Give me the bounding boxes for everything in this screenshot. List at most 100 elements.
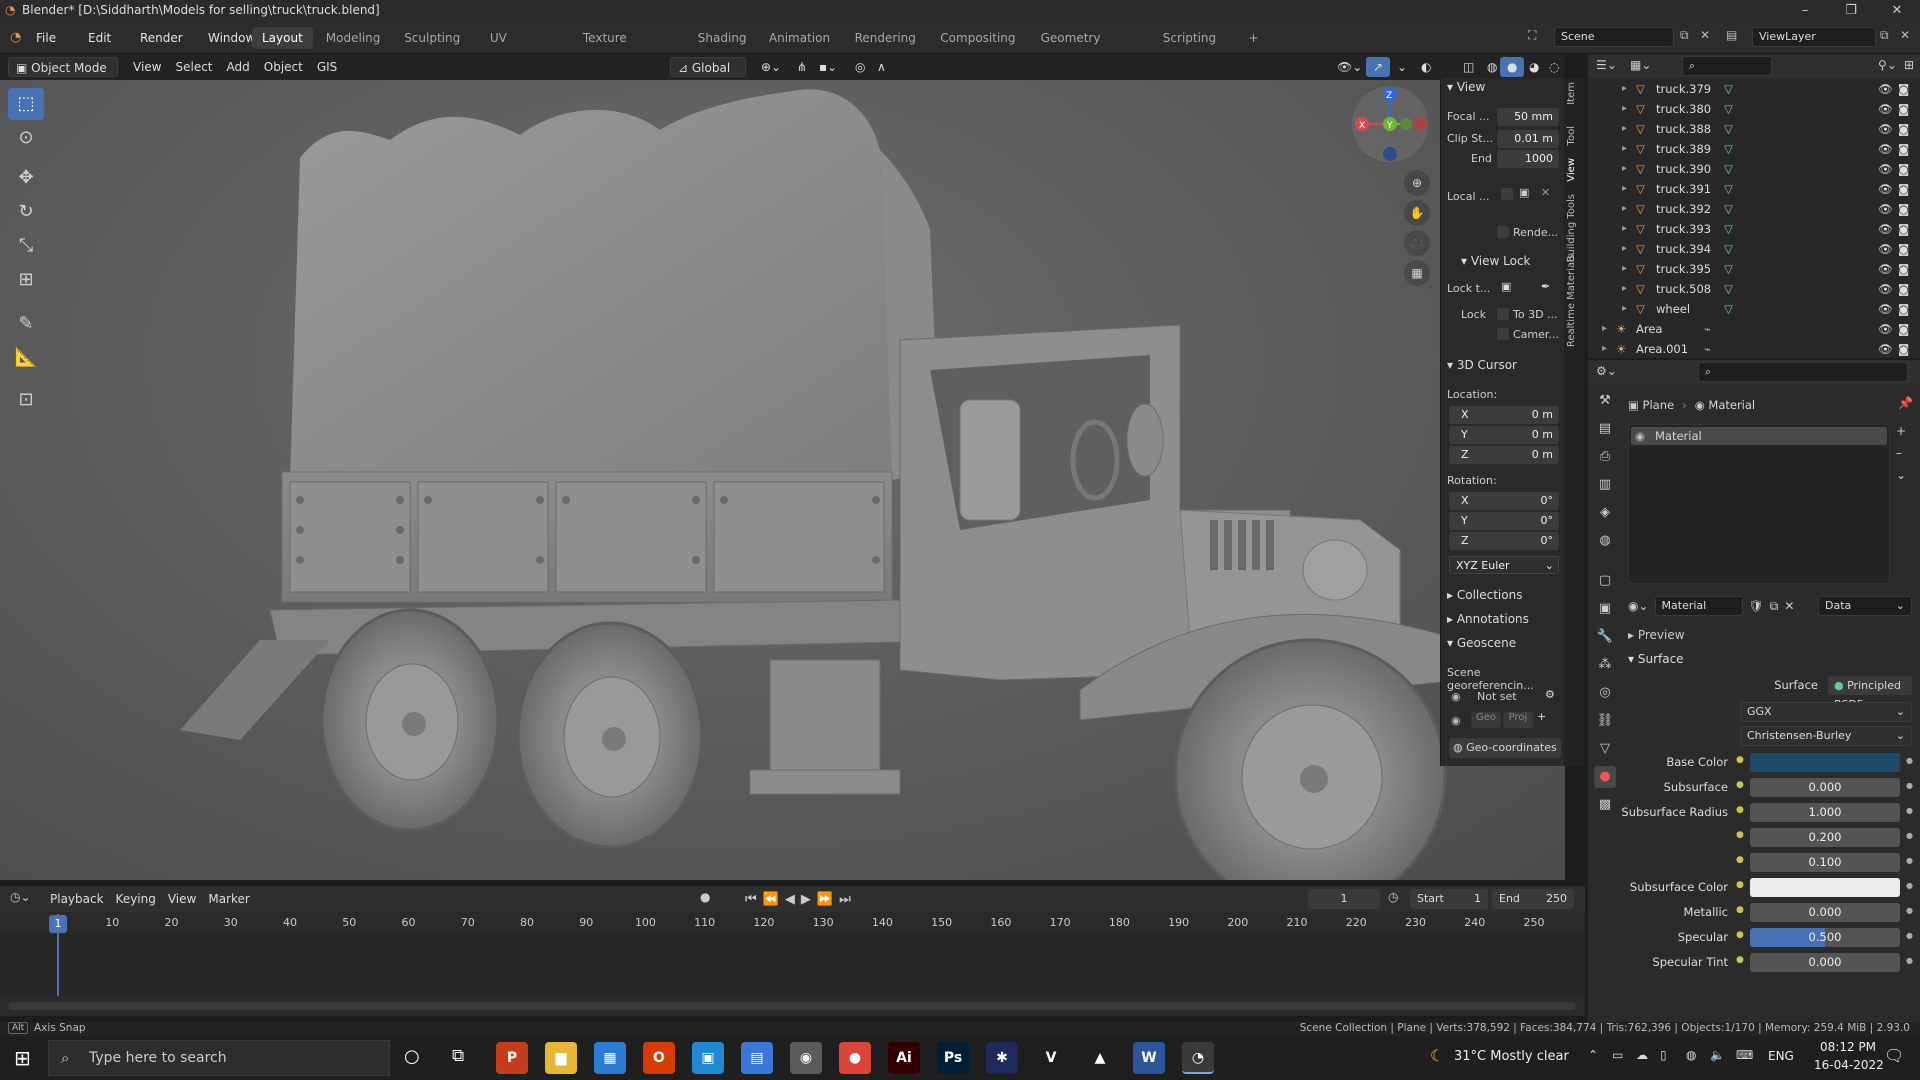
- rotation-mode-select[interactable]: XYZ Euler ⌄: [1449, 556, 1559, 574]
- specular-slider[interactable]: 0.500: [1750, 928, 1900, 947]
- sidebar-tab-item[interactable]: Item: [1566, 82, 1582, 105]
- visibility-eye-icon[interactable]: 👁: [1878, 102, 1893, 116]
- focal-length-field[interactable]: 50 mm: [1497, 108, 1559, 126]
- tab-rendering[interactable]: Rendering: [845, 27, 926, 49]
- visibility-eye-icon[interactable]: 👁: [1878, 302, 1893, 316]
- collection-icon[interactable]: ▢: [1594, 570, 1616, 592]
- overlay-icon[interactable]: ◐: [1414, 57, 1438, 77]
- tab-compositing[interactable]: Compositing: [930, 27, 1025, 49]
- constraints-icon[interactable]: ⛓: [1594, 710, 1616, 732]
- notifications-icon[interactable]: 🗨: [1884, 1046, 1904, 1065]
- number-field[interactable]: 1.000: [1750, 803, 1900, 822]
- rendered-shading-icon[interactable]: ◌: [1542, 57, 1566, 77]
- menu-file[interactable]: File: [28, 22, 64, 54]
- render-camera-icon[interactable]: ◙: [1898, 342, 1909, 356]
- visibility-eye-icon[interactable]: 👁: [1878, 162, 1893, 176]
- tab-texture-paint[interactable]: Texture Paint: [573, 27, 637, 67]
- tab-scripting[interactable]: Scripting: [1153, 27, 1226, 49]
- tab-geometry-nodes[interactable]: Geometry Nodes: [1031, 27, 1111, 67]
- tool-settings-icon[interactable]: ⚒: [1594, 390, 1616, 412]
- render-camera-icon[interactable]: ◙: [1898, 282, 1909, 296]
- sidebar-tab-building-tools[interactable]: Building Tools: [1566, 194, 1582, 262]
- sidebar-tab-view[interactable]: View: [1566, 158, 1582, 182]
- outliner-row[interactable]: ▸ ▽ truck.395 ▽ 👁 ◙: [1588, 260, 1920, 280]
- expand-arrow-icon[interactable]: ▸: [1622, 123, 1627, 134]
- pan-hand-icon[interactable]: ✋: [1404, 200, 1430, 226]
- timeline-menu-view[interactable]: View: [162, 892, 202, 906]
- falloff-icon[interactable]: ∧: [870, 57, 893, 77]
- next-keyframe-icon[interactable]: ⏩: [817, 892, 833, 907]
- render-camera-icon[interactable]: ◙: [1898, 142, 1909, 156]
- gizmo-toggle-icon[interactable]: ↗: [1366, 57, 1391, 77]
- add-cube-tool-icon[interactable]: ⊡: [8, 384, 44, 416]
- visibility-eye-icon[interactable]: 👁: [1878, 322, 1893, 336]
- maximize-button[interactable]: ❐: [1828, 0, 1874, 22]
- language-indicator[interactable]: ENG: [1768, 1049, 1794, 1063]
- jump-end-icon[interactable]: ⏭: [839, 892, 851, 907]
- render-region-checkbox[interactable]: [1497, 226, 1509, 238]
- clock-time[interactable]: 08:12 PM: [1820, 1040, 1876, 1054]
- keyframe-dot-icon[interactable]: ●: [1906, 781, 1913, 790]
- tab-uv-editing[interactable]: UV Editing: [480, 27, 542, 67]
- snap-target-icon[interactable]: ▪⌄: [812, 57, 844, 77]
- viewport-menu-object[interactable]: Object: [257, 60, 310, 74]
- outliner-row[interactable]: ▸ ▽ truck.394 ▽ 👁 ◙: [1588, 240, 1920, 260]
- timeline-menu-marker[interactable]: Marker: [202, 892, 255, 906]
- outliner-row[interactable]: ▸ ▽ truck.388 ▽ 👁 ◙: [1588, 120, 1920, 140]
- outliner-row[interactable]: ▸ ▽ truck.391 ▽ 👁 ◙: [1588, 180, 1920, 200]
- frame-ruler[interactable]: 10 20 30 40 50 60 70 80 90 100 110 120 130 140 150 160 1…: [0, 914, 1585, 934]
- annotate-tool-icon[interactable]: ✎: [8, 308, 44, 340]
- tab-shading[interactable]: Shading: [688, 27, 757, 49]
- illustrator-app-icon[interactable]: Ai: [888, 1042, 920, 1074]
- view-layer-field[interactable]: ViewLayer: [1752, 27, 1876, 47]
- gear-icon[interactable]: ⚙: [1545, 688, 1555, 701]
- tab-modeling[interactable]: Modeling: [316, 27, 391, 49]
- windows-start-icon[interactable]: ⊞: [14, 1046, 31, 1070]
- expand-arrow-icon[interactable]: ▸: [1622, 223, 1627, 234]
- render-icon[interactable]: ▤: [1594, 418, 1616, 440]
- scene-icon[interactable]: ◈: [1594, 502, 1616, 524]
- remove-slot-icon[interactable]: –: [1896, 446, 1902, 460]
- material-name-field[interactable]: Material: [1654, 596, 1743, 616]
- mode-select[interactable]: ▣ Object Mode⌄: [8, 57, 118, 95]
- add-slot-icon[interactable]: +: [1896, 424, 1906, 438]
- keyframe-dot-icon[interactable]: ●: [1906, 881, 1913, 890]
- material-browse-icon[interactable]: ◉⌄: [1628, 599, 1649, 613]
- render-camera-icon[interactable]: ◙: [1898, 222, 1909, 236]
- scale-tool-icon[interactable]: ⤡: [8, 230, 44, 262]
- sidebar-tab-tool[interactable]: Tool: [1566, 126, 1582, 145]
- expand-arrow-icon[interactable]: ▸: [1602, 323, 1607, 334]
- app-v-app-icon[interactable]: V: [1035, 1042, 1067, 1074]
- start-frame-field[interactable]: Start 1: [1410, 889, 1488, 909]
- task-view-icon[interactable]: ⧉: [452, 1046, 464, 1066]
- render-camera-icon[interactable]: ◙: [1898, 122, 1909, 136]
- clock-date[interactable]: 16-04-2022: [1814, 1058, 1884, 1072]
- view-lock-header[interactable]: ▾ View Lock: [1461, 254, 1531, 272]
- expand-arrow-icon[interactable]: ▸: [1622, 103, 1627, 114]
- weather-text[interactable]: 31°C Mostly clear: [1454, 1049, 1569, 1064]
- tray-battery-icon[interactable]: ▯: [1660, 1048, 1667, 1062]
- xray-icon[interactable]: ◫: [1456, 57, 1481, 77]
- timeline-editor-icon[interactable]: ◷⌄: [10, 890, 31, 904]
- camera-view-icon[interactable]: 🎥: [1404, 230, 1430, 256]
- record-icon[interactable]: ●: [700, 890, 710, 904]
- expand-arrow-icon[interactable]: ▸: [1622, 283, 1627, 294]
- current-frame-field[interactable]: 1: [1308, 889, 1380, 909]
- tab-animation[interactable]: Animation: [759, 27, 840, 49]
- rot-z-field[interactable]: Z 0°: [1449, 532, 1559, 550]
- visibility-eye-icon[interactable]: 👁: [1878, 342, 1893, 356]
- camera-select-icon[interactable]: ▣: [1519, 186, 1529, 199]
- rot-y-field[interactable]: Y 0°: [1449, 512, 1559, 530]
- rotate-tool-icon[interactable]: ↻: [8, 196, 44, 228]
- playhead-frame-label[interactable]: 1: [49, 915, 67, 933]
- keyframe-dot-icon[interactable]: ●: [1906, 856, 1913, 865]
- render-camera-icon[interactable]: ◙: [1898, 82, 1909, 96]
- geo-button[interactable]: Geo: [1471, 712, 1501, 728]
- timeline-menu-keying[interactable]: Keying: [110, 892, 162, 906]
- sidebar-tab-realtime-materials[interactable]: Realtime Materials: [1566, 254, 1582, 347]
- keyboard-icon[interactable]: ⌨: [1736, 1048, 1753, 1062]
- timeline-menu-playback[interactable]: Playback: [44, 892, 110, 906]
- tray-chevron-icon[interactable]: ⌃: [1588, 1048, 1598, 1062]
- solid-shading-icon[interactable]: ●: [1500, 57, 1525, 77]
- keyframe-area[interactable]: [0, 934, 1585, 996]
